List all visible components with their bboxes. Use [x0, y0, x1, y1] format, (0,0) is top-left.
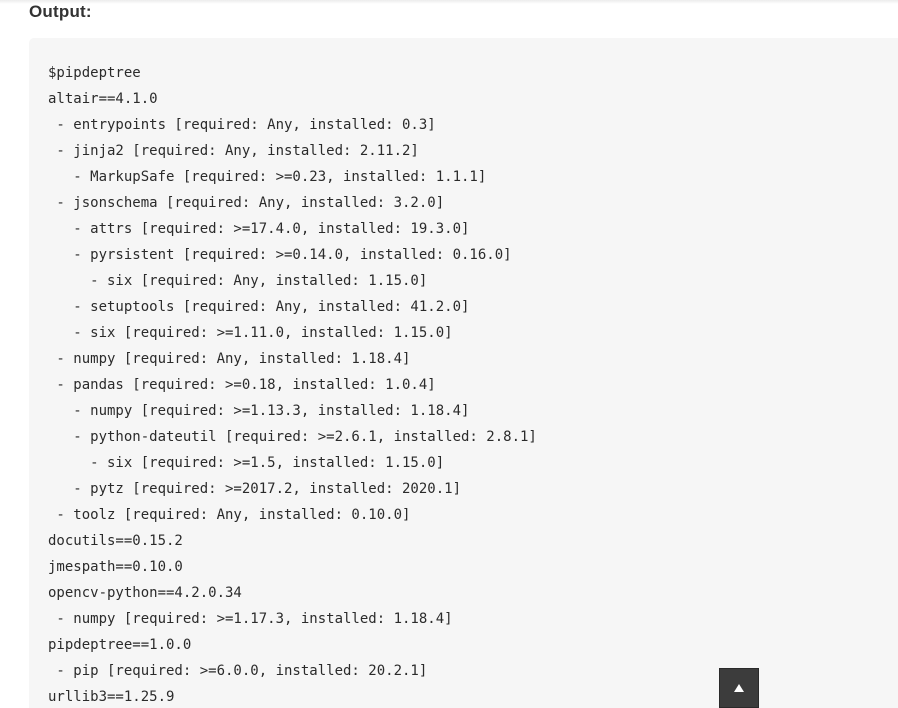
scroll-to-top-button[interactable] — [719, 668, 759, 708]
code-output-block[interactable]: $pipdeptree altair==4.1.0 - entrypoints [… — [29, 38, 898, 708]
code-line: opencv-python==4.2.0.34 — [48, 585, 242, 601]
code-line: - jsonschema [required: Any, installed: … — [48, 195, 445, 211]
code-line: urllib3==1.25.9 — [48, 689, 175, 705]
code-line: - python-dateutil [required: >=2.6.1, in… — [48, 429, 537, 445]
code-line: - pandas [required: >=0.18, installed: 1… — [48, 377, 436, 393]
code-line: - pytz [required: >=2017.2, installed: 2… — [48, 481, 462, 497]
code-line: - setuptools [required: Any, installed: … — [48, 299, 470, 315]
page: Output: $pipdeptree altair==4.1.0 - entry… — [0, 0, 898, 708]
code-line: docutils==0.15.2 — [48, 533, 183, 549]
code-line: - MarkupSafe [required: >=0.23, installe… — [48, 169, 487, 185]
top-divider — [0, 0, 898, 4]
code-line: - six [required: >=1.11.0, installed: 1.… — [48, 325, 453, 341]
code-line: - toolz [required: Any, installed: 0.10.… — [48, 507, 411, 523]
code-line: - six [required: Any, installed: 1.15.0] — [48, 273, 428, 289]
code-line: - jinja2 [required: Any, installed: 2.11… — [48, 143, 419, 159]
output-heading: Output: — [29, 2, 92, 21]
code-line: - numpy [required: >=1.13.3, installed: … — [48, 403, 470, 419]
arrow-up-icon — [734, 684, 744, 692]
code-line: - pyrsistent [required: >=0.14.0, instal… — [48, 247, 512, 263]
code-line: - numpy [required: >=1.17.3, installed: … — [48, 611, 453, 627]
code-line: jmespath==0.10.0 — [48, 559, 183, 575]
code-line: altair==4.1.0 — [48, 91, 158, 107]
code-line: $pipdeptree — [48, 65, 141, 81]
code-line: - pip [required: >=6.0.0, installed: 20.… — [48, 663, 428, 679]
code-line: - attrs [required: >=17.4.0, installed: … — [48, 221, 470, 237]
code-line: - numpy [required: Any, installed: 1.18.… — [48, 351, 411, 367]
code-line: pipdeptree==1.0.0 — [48, 637, 192, 653]
code-line: - entrypoints [required: Any, installed:… — [48, 117, 436, 133]
code-line: - six [required: >=1.5, installed: 1.15.… — [48, 455, 445, 471]
